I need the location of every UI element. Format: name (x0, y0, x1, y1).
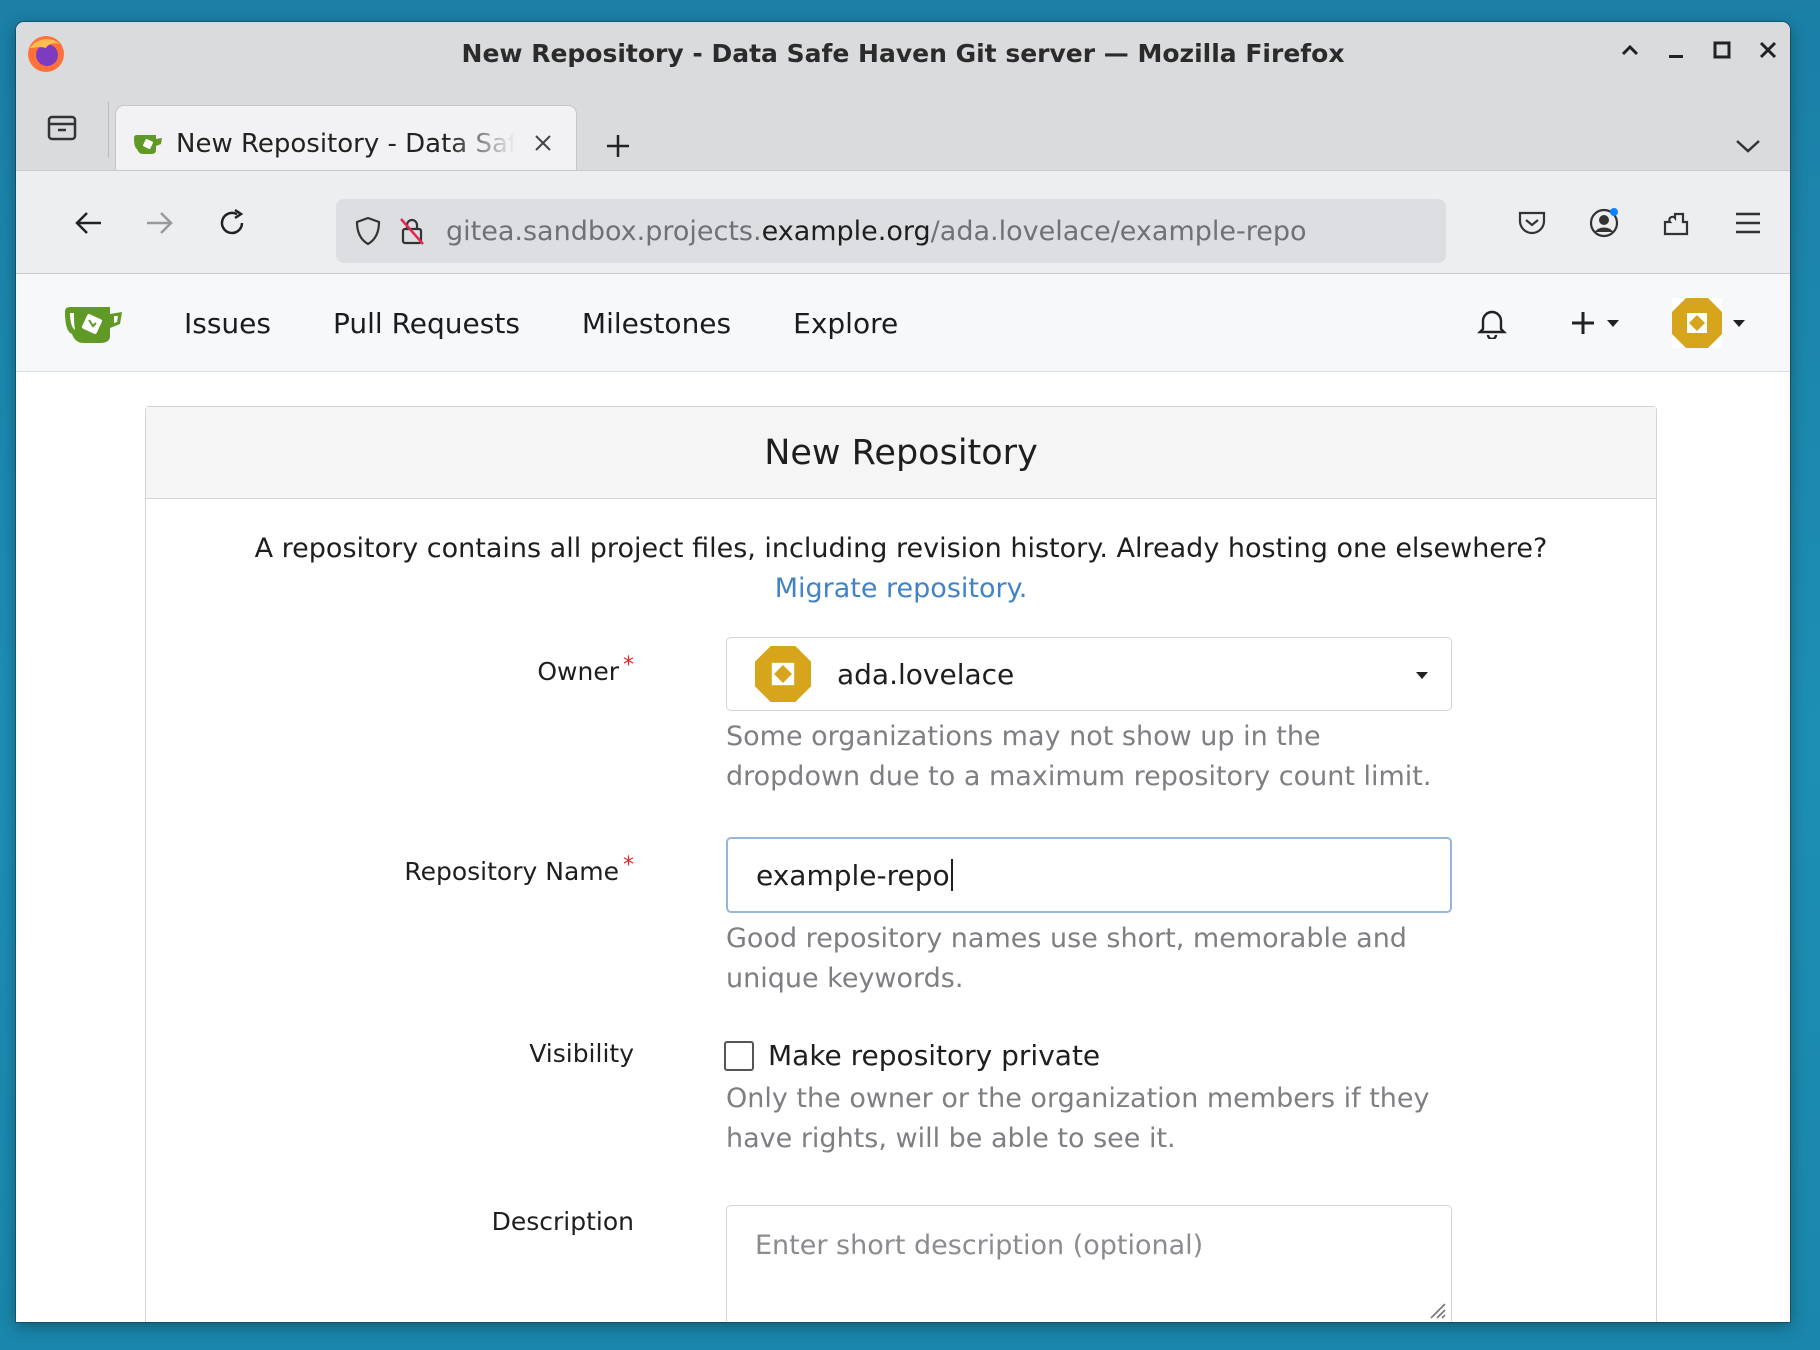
required-mark: * (623, 853, 634, 878)
plus-icon (1572, 312, 1594, 334)
close-window-icon[interactable] (1754, 36, 1782, 64)
owner-help-text: Some organizations may not show up in th… (726, 721, 1432, 792)
owner-label: Owner * (537, 653, 634, 686)
gitea-nav-right (1470, 294, 1746, 352)
gitea-favicon-icon (134, 135, 162, 154)
browser-window: New Repository - Data Safe Haven Git ser… (16, 22, 1790, 1322)
visibility-label: Visibility (529, 1039, 634, 1068)
pocket-icon[interactable] (1510, 201, 1554, 245)
navigation-bar: gitea.sandbox.projects.example.org/ada.l… (16, 170, 1790, 274)
private-checkbox-label[interactable]: Make repository private (768, 1039, 1100, 1072)
account-icon[interactable] (1582, 201, 1626, 245)
description-textarea[interactable]: Enter short description (optional) (726, 1205, 1452, 1322)
migrate-repository-link[interactable]: Migrate repository. (775, 573, 1028, 604)
required-mark: * (623, 653, 634, 678)
gitea-navbar: Issues Pull Requests Milestones Explore (16, 274, 1790, 372)
shield-icon[interactable] (346, 209, 390, 253)
url-prefix: gitea.sandbox.projects. (446, 215, 762, 247)
new-tab-icon[interactable] (596, 124, 640, 168)
insecure-lock-icon[interactable] (390, 209, 434, 253)
tab-label: New Repository - Data Safe Haven Git ser… (176, 129, 516, 159)
url-path: /ada.lovelace/example-repo (930, 215, 1307, 247)
user-menu[interactable] (1672, 298, 1746, 348)
form-intro: A repository contains all project files,… (146, 529, 1656, 609)
nav-link-pull-requests[interactable]: Pull Requests (333, 307, 520, 340)
url-text: gitea.sandbox.projects.example.org/ada.l… (446, 216, 1307, 247)
description-placeholder: Enter short description (optional) (755, 1230, 1204, 1261)
description-control: Enter short description (optional) (726, 1205, 1452, 1322)
text-cursor (950, 859, 953, 891)
repo-name-help-text: Good repository names use short, memorab… (726, 923, 1407, 994)
owner-dropdown[interactable]: ada.lovelace (726, 637, 1452, 711)
new-repository-form: New Repository A repository contains all… (145, 406, 1657, 1322)
window-title: New Repository - Data Safe Haven Git ser… (461, 38, 1345, 68)
web-page: Issues Pull Requests Milestones Explore (16, 274, 1790, 1322)
minimize-icon[interactable] (1662, 36, 1690, 64)
owner-control: ada.lovelace Some organizations may not … (726, 637, 1452, 797)
owner-avatar (755, 646, 811, 702)
forward-icon[interactable] (138, 201, 182, 245)
description-label: Description (491, 1207, 634, 1236)
private-checkbox[interactable] (724, 1040, 754, 1071)
url-host: example.org (761, 215, 931, 247)
nav-link-milestones[interactable]: Milestones (582, 307, 731, 340)
caret-down-icon (1733, 320, 1745, 327)
caret-down-icon (1607, 320, 1619, 327)
repo-name-value: example-repo (756, 858, 950, 892)
firefox-logo-icon (28, 36, 64, 72)
repo-name-control: example-repo Good repository names use s… (726, 837, 1452, 999)
close-tab-icon[interactable] (528, 128, 558, 158)
window-shade-icon[interactable] (1616, 36, 1644, 64)
visibility-help-text: Only the owner or the organization membe… (726, 1083, 1430, 1154)
gitea-nav-links: Issues Pull Requests Milestones Explore (184, 274, 898, 372)
form-header: New Repository (146, 407, 1656, 499)
gitea-logo-icon[interactable] (62, 302, 126, 346)
tab-separator (108, 102, 109, 158)
user-avatar (1672, 298, 1722, 348)
nav-link-issues[interactable]: Issues (184, 307, 271, 340)
extensions-icon[interactable] (1654, 201, 1698, 245)
create-new-menu[interactable] (1570, 310, 1620, 336)
maximize-icon[interactable] (1708, 36, 1736, 64)
repo-name-label: Repository Name * (404, 853, 634, 886)
title-bar: New Repository - Data Safe Haven Git ser… (16, 22, 1790, 84)
intro-text: A repository contains all project files,… (254, 533, 1548, 564)
private-checkbox-row[interactable]: Make repository private (724, 1039, 1100, 1072)
window-controls (1616, 36, 1782, 64)
repo-name-input[interactable]: example-repo (726, 837, 1452, 913)
firefox-view-icon[interactable] (40, 106, 84, 150)
app-menu-icon[interactable] (1726, 201, 1770, 245)
reload-icon[interactable] (210, 201, 254, 245)
resize-grip-icon[interactable] (1425, 1298, 1447, 1320)
list-all-tabs-icon[interactable] (1726, 124, 1770, 168)
address-bar[interactable]: gitea.sandbox.projects.example.org/ada.l… (336, 199, 1446, 263)
back-icon[interactable] (66, 201, 110, 245)
notifications-bell-icon[interactable] (1470, 301, 1514, 345)
owner-value: ada.lovelace (837, 657, 1015, 691)
dropdown-caret-icon (1416, 672, 1428, 679)
toolbar-right (1510, 201, 1770, 245)
nav-link-explore[interactable]: Explore (793, 307, 898, 340)
